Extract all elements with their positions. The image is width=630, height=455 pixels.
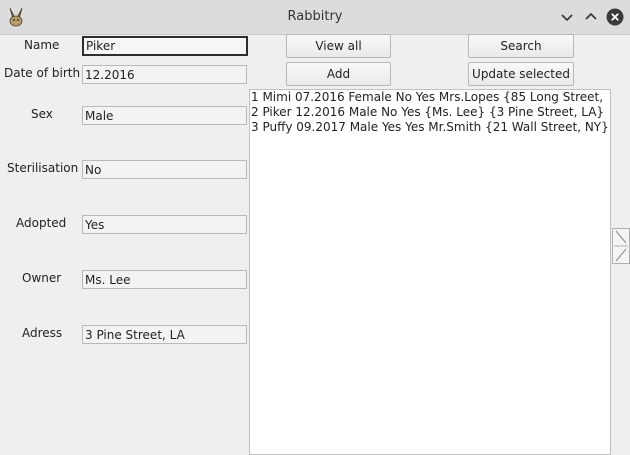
view-all-button[interactable]: View all xyxy=(286,34,391,58)
sterilisation-field[interactable] xyxy=(82,160,247,179)
close-icon xyxy=(606,8,624,26)
list-item[interactable]: 1 Mimi 07.2016 Female No Yes Mrs.Lopes {… xyxy=(250,90,610,105)
date-of-birth-field[interactable] xyxy=(82,65,247,84)
list-item[interactable]: 2 Piker 12.2016 Male No Yes {Ms. Lee} {3… xyxy=(250,105,610,120)
address-label: Adress xyxy=(22,326,63,340)
sex-field[interactable] xyxy=(82,106,247,125)
adopted-field[interactable] xyxy=(82,215,247,234)
scrollbar-thumb[interactable] xyxy=(612,228,630,264)
owner-label: Owner xyxy=(22,271,62,285)
chevron-up-icon xyxy=(585,12,597,20)
records-list[interactable]: 1 Mimi 07.2016 Female No Yes Mrs.Lopes {… xyxy=(249,89,611,455)
name-label: Name xyxy=(24,38,60,52)
list-item[interactable]: 3 Puffy 09.2017 Male Yes Yes Mr.Smith {2… xyxy=(250,120,610,135)
title-bar: Rabbitry xyxy=(0,0,630,35)
add-button[interactable]: Add xyxy=(286,62,391,86)
address-field[interactable] xyxy=(82,325,247,344)
date-of-birth-label: Date of birth xyxy=(4,66,81,80)
maximize-button[interactable] xyxy=(582,8,600,26)
search-button[interactable]: Search xyxy=(468,34,574,58)
vertical-scrollbar[interactable] xyxy=(612,89,630,455)
chevron-down-icon xyxy=(561,14,573,22)
sterilisation-label: Sterilisation xyxy=(7,161,79,175)
update-selected-button[interactable]: Update selected xyxy=(468,62,574,86)
name-field[interactable] xyxy=(82,36,248,56)
close-button[interactable] xyxy=(606,8,624,26)
sex-label: Sex xyxy=(31,107,53,121)
owner-field[interactable] xyxy=(82,270,247,289)
minimize-button[interactable] xyxy=(558,8,576,26)
adopted-label: Adopted xyxy=(16,216,67,230)
window-title: Rabbitry xyxy=(287,9,343,24)
